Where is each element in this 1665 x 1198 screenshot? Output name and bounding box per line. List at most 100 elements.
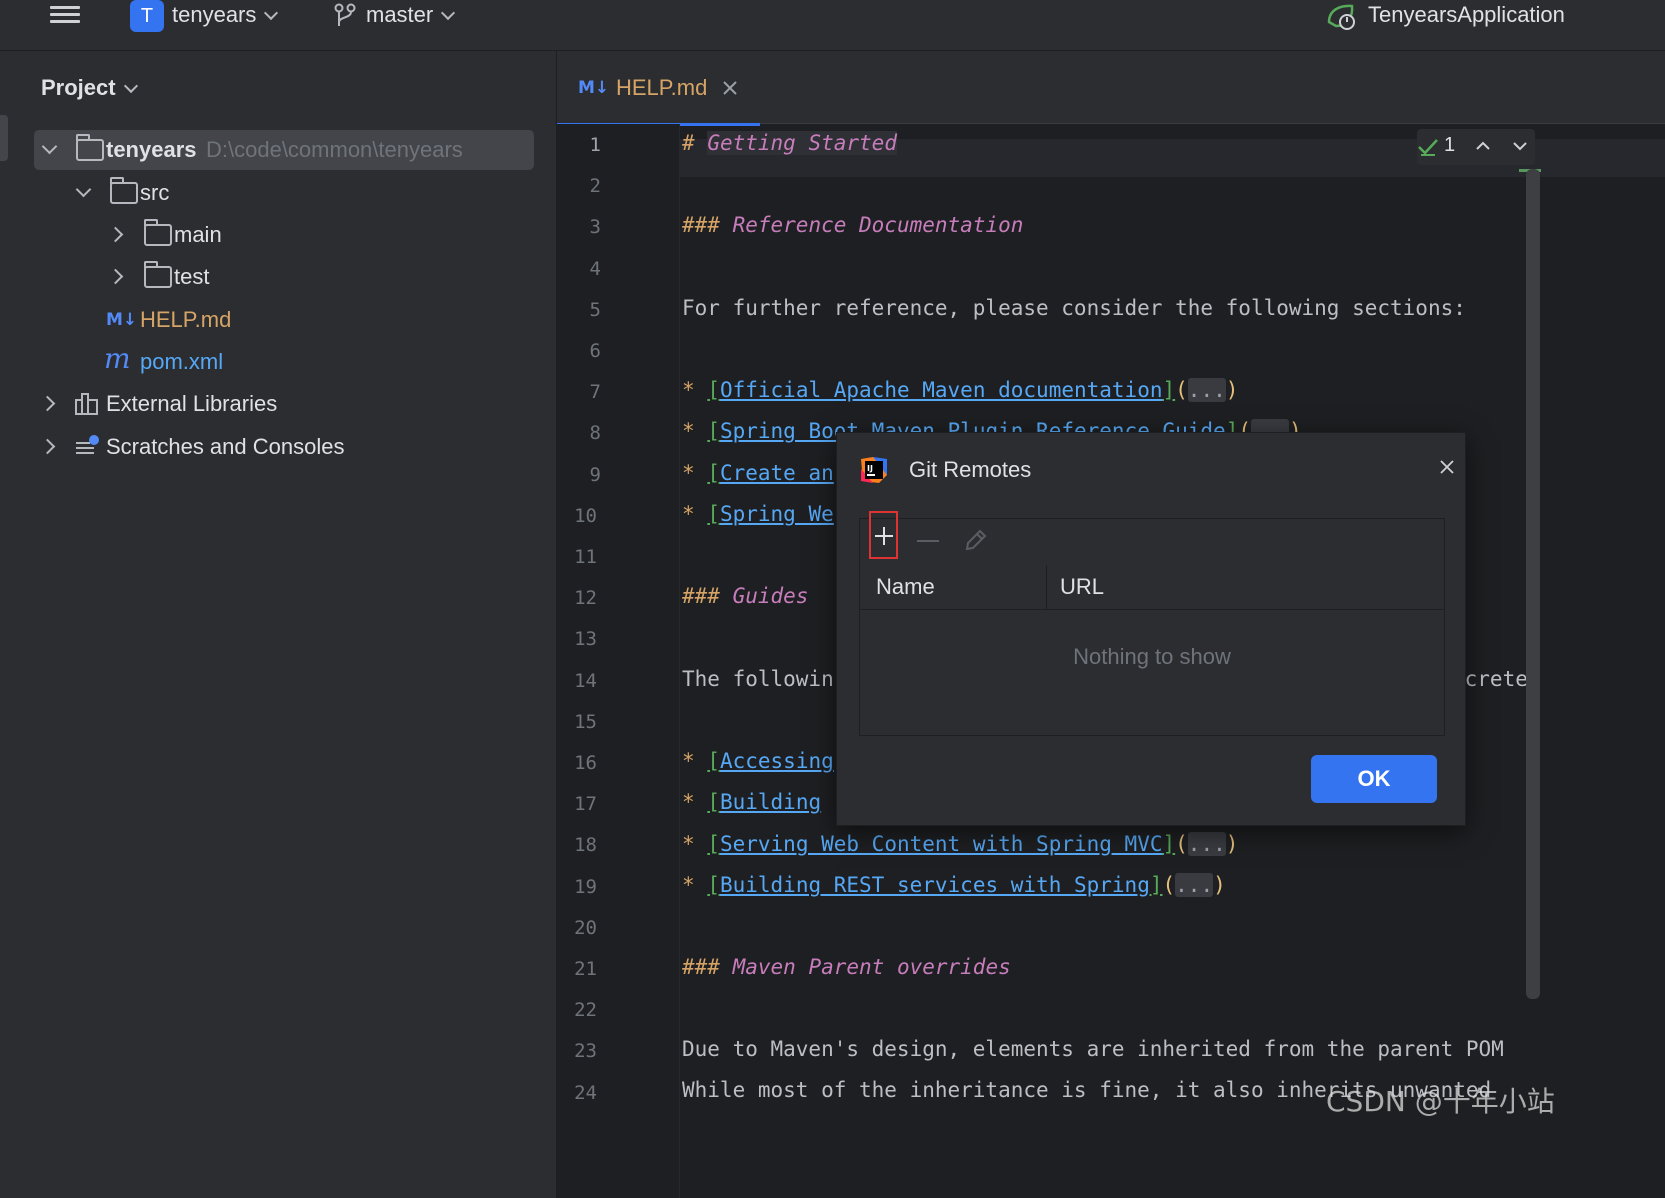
line-number: 18 [574, 834, 597, 857]
remove-remote-button[interactable] [914, 519, 946, 565]
line-number: 14 [574, 669, 597, 692]
code-line-14[interactable]: The followin [682, 667, 834, 691]
chevron-up-icon[interactable] [1475, 139, 1491, 153]
code-line-21[interactable]: ### Maven Parent overrides [682, 955, 1011, 979]
vertical-scrollbar[interactable] [1526, 169, 1540, 999]
markdown-file-icon: M↓ [578, 78, 610, 98]
line-number: 16 [574, 752, 597, 774]
code-line-5[interactable]: For further reference, please consider t… [682, 296, 1466, 320]
project-switcher[interactable]: tenyears [172, 2, 279, 28]
editor-tab-bar: M↓ HELP.md [557, 51, 1665, 126]
line-number: 22 [574, 999, 597, 1022]
chevron-right-icon[interactable] [39, 395, 56, 412]
tool-window-strip [0, 51, 18, 1198]
tree-item-label: pom.xml [140, 349, 224, 374]
dialog-title: Git Remotes [909, 457, 1032, 482]
close-tab-icon[interactable] [723, 81, 737, 95]
main-menu-icon[interactable] [50, 2, 80, 30]
check-icon [1418, 139, 1438, 156]
minus-icon [917, 540, 939, 542]
line-number: 11 [574, 546, 597, 568]
code-line-17[interactable]: * [Building [682, 790, 821, 814]
line-number: 15 [574, 710, 597, 733]
line-number: 17 [574, 793, 597, 816]
chevron-down-icon[interactable] [41, 138, 58, 155]
line-number: 23 [574, 1040, 597, 1063]
code-line-3[interactable]: ### Reference Documentation [682, 213, 1023, 237]
chevron-down-icon[interactable] [75, 181, 92, 198]
project-panel-header[interactable]: Project [41, 75, 138, 101]
line-number: 8 [589, 422, 601, 445]
chevron-down-icon[interactable] [1512, 139, 1528, 153]
line-number: 1 [589, 134, 601, 156]
project-tool-tab[interactable] [0, 115, 8, 161]
tree-item-label: External Libraries [106, 391, 278, 416]
column-header-name[interactable]: Name [876, 574, 935, 600]
svg-text:IJ: IJ [867, 464, 873, 473]
line-number: 9 [589, 463, 601, 486]
module-folder-icon [76, 134, 104, 161]
line-number: 5 [589, 298, 601, 321]
tab-help-md[interactable]: M↓ HELP.md [557, 51, 760, 126]
tab-label: HELP.md [616, 75, 708, 100]
line-number: 3 [589, 216, 601, 239]
inspection-count: 1 [1444, 134, 1456, 156]
chevron-right-icon[interactable] [39, 438, 56, 455]
pencil-icon [965, 529, 987, 551]
line-number: 6 [589, 340, 601, 362]
line-number: 13 [574, 628, 597, 651]
run-configuration[interactable]: TenyearsApplication [1368, 2, 1565, 28]
scratches-icon [76, 435, 99, 454]
git-remotes-dialog: IJ Git Remotes Name URL Nothing to show … [836, 432, 1466, 826]
tree-item-path: D:\code\common\tenyears [206, 137, 463, 162]
tree-item-label: src [140, 180, 170, 205]
add-remote-button[interactable] [869, 511, 898, 559]
code-line-1[interactable]: # Getting Started [682, 131, 897, 155]
ok-button[interactable]: OK [1311, 755, 1437, 803]
code-line-19[interactable]: * [Building REST services with Spring](.… [682, 873, 1226, 897]
plus-icon [875, 527, 893, 545]
intellij-logo-icon: IJ [861, 457, 887, 483]
branch-name: master [366, 2, 434, 27]
empty-state-text: Nothing to show [1073, 644, 1231, 669]
close-icon[interactable] [1437, 457, 1457, 477]
tree-item-tenyears[interactable]: tenyears D:\code\common\tenyears [34, 130, 534, 170]
line-number: 7 [589, 381, 601, 404]
chevron-right-icon[interactable] [107, 226, 124, 243]
tree-item-label: Scratches and Consoles [106, 434, 345, 459]
tree-item-label: HELP.md [140, 307, 232, 332]
line-number: 10 [574, 504, 597, 527]
column-divider[interactable] [1046, 565, 1047, 609]
table-header: Name URL [860, 565, 1444, 610]
project-panel-title: Project [41, 75, 116, 100]
folder-icon [110, 177, 138, 204]
code-line-10[interactable]: * [Spring We [682, 502, 834, 526]
code-line-23[interactable]: Due to Maven's design, elements are inhe… [682, 1037, 1504, 1061]
branch-switcher[interactable]: master [366, 2, 456, 28]
top-toolbar: T tenyears master TenyearsApplication [0, 0, 1665, 51]
line-number: 19 [574, 875, 597, 898]
tree-item-label: tenyears [106, 137, 197, 162]
code-line-9[interactable]: * [Create an [682, 461, 834, 485]
folder-icon [144, 219, 172, 246]
line-number: 12 [574, 587, 597, 610]
line-number: 20 [574, 916, 597, 939]
folder-icon [144, 261, 172, 288]
code-line-7[interactable]: * [Official Apache Maven documentation](… [682, 378, 1238, 402]
column-header-url[interactable]: URL [1060, 574, 1104, 600]
tree-item-label: main [174, 222, 222, 247]
code-line-18[interactable]: * [Serving Web Content with Spring MVC](… [682, 832, 1238, 856]
git-branch-icon [334, 3, 356, 26]
code-line-16[interactable]: * [Accessing [682, 749, 834, 773]
maven-file-icon: m [104, 342, 131, 375]
line-number-gutter [557, 124, 680, 1198]
chevron-right-icon[interactable] [107, 268, 124, 285]
chevron-down-icon [441, 5, 456, 21]
project-avatar[interactable]: T [130, 0, 164, 32]
line-number: 24 [574, 1081, 597, 1104]
project-panel: Project tenyears D:\code\common\tenyears… [18, 51, 557, 1198]
code-line-12[interactable]: ### Guides [682, 584, 808, 608]
remotes-toolbar [860, 511, 1444, 566]
edit-remote-button[interactable] [960, 519, 992, 565]
inspection-widget[interactable]: 1 [1417, 129, 1535, 165]
